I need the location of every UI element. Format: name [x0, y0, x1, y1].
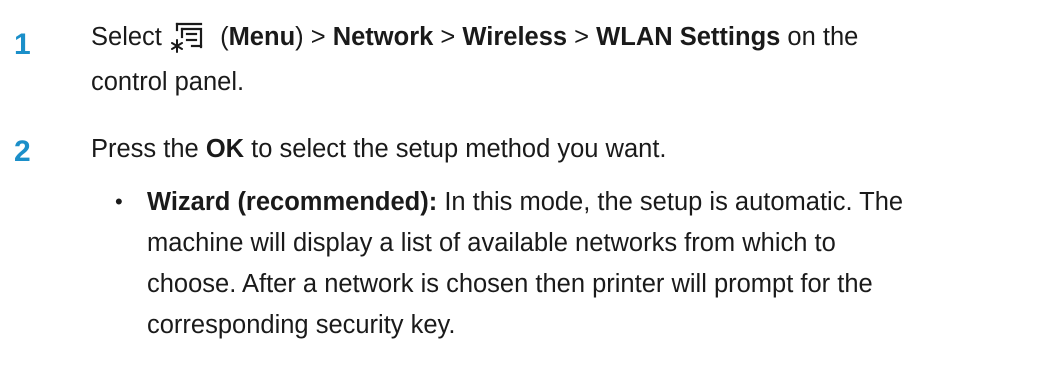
- network-label: Network: [332, 23, 434, 51]
- step-number: 1: [14, 28, 31, 61]
- bullet-title: Wizard (recommended):: [147, 188, 438, 216]
- menu-label: Menu: [228, 23, 296, 51]
- open-paren: (: [220, 23, 229, 51]
- bullet-line-3: choose. After a network is chosen then p…: [147, 270, 873, 298]
- bullet-line-2: machine will display a list of available…: [147, 229, 836, 257]
- press-the: Press the: [91, 135, 199, 163]
- wlan-settings-label: WLAN Settings: [596, 23, 781, 51]
- bullet-line-1: Wizard (recommended): In this mode, the …: [147, 184, 1027, 220]
- step-text: Select (Menu) > Network > Wireless > WLA…: [91, 19, 858, 55]
- step-text-line2: control panel.: [91, 68, 245, 96]
- sep-3: >: [574, 23, 590, 51]
- bullet-line-4: corresponding security key.: [147, 311, 456, 339]
- bullet-marker: •: [115, 189, 123, 214]
- wireless-label: Wireless: [462, 23, 568, 51]
- step-number: 2: [14, 135, 31, 168]
- step-text: Press the OK to select the setup method …: [91, 131, 667, 167]
- sep-1: ) >: [295, 23, 326, 51]
- select-word: Select: [91, 23, 162, 51]
- ok-label: OK: [205, 135, 245, 163]
- bullet-text-1: In this mode, the setup is automatic. Th…: [444, 188, 904, 216]
- tail-text: on the: [787, 23, 859, 51]
- sep-2: >: [440, 23, 456, 51]
- menu-icon: [170, 22, 203, 53]
- step-rest: to select the setup method you want.: [251, 135, 667, 163]
